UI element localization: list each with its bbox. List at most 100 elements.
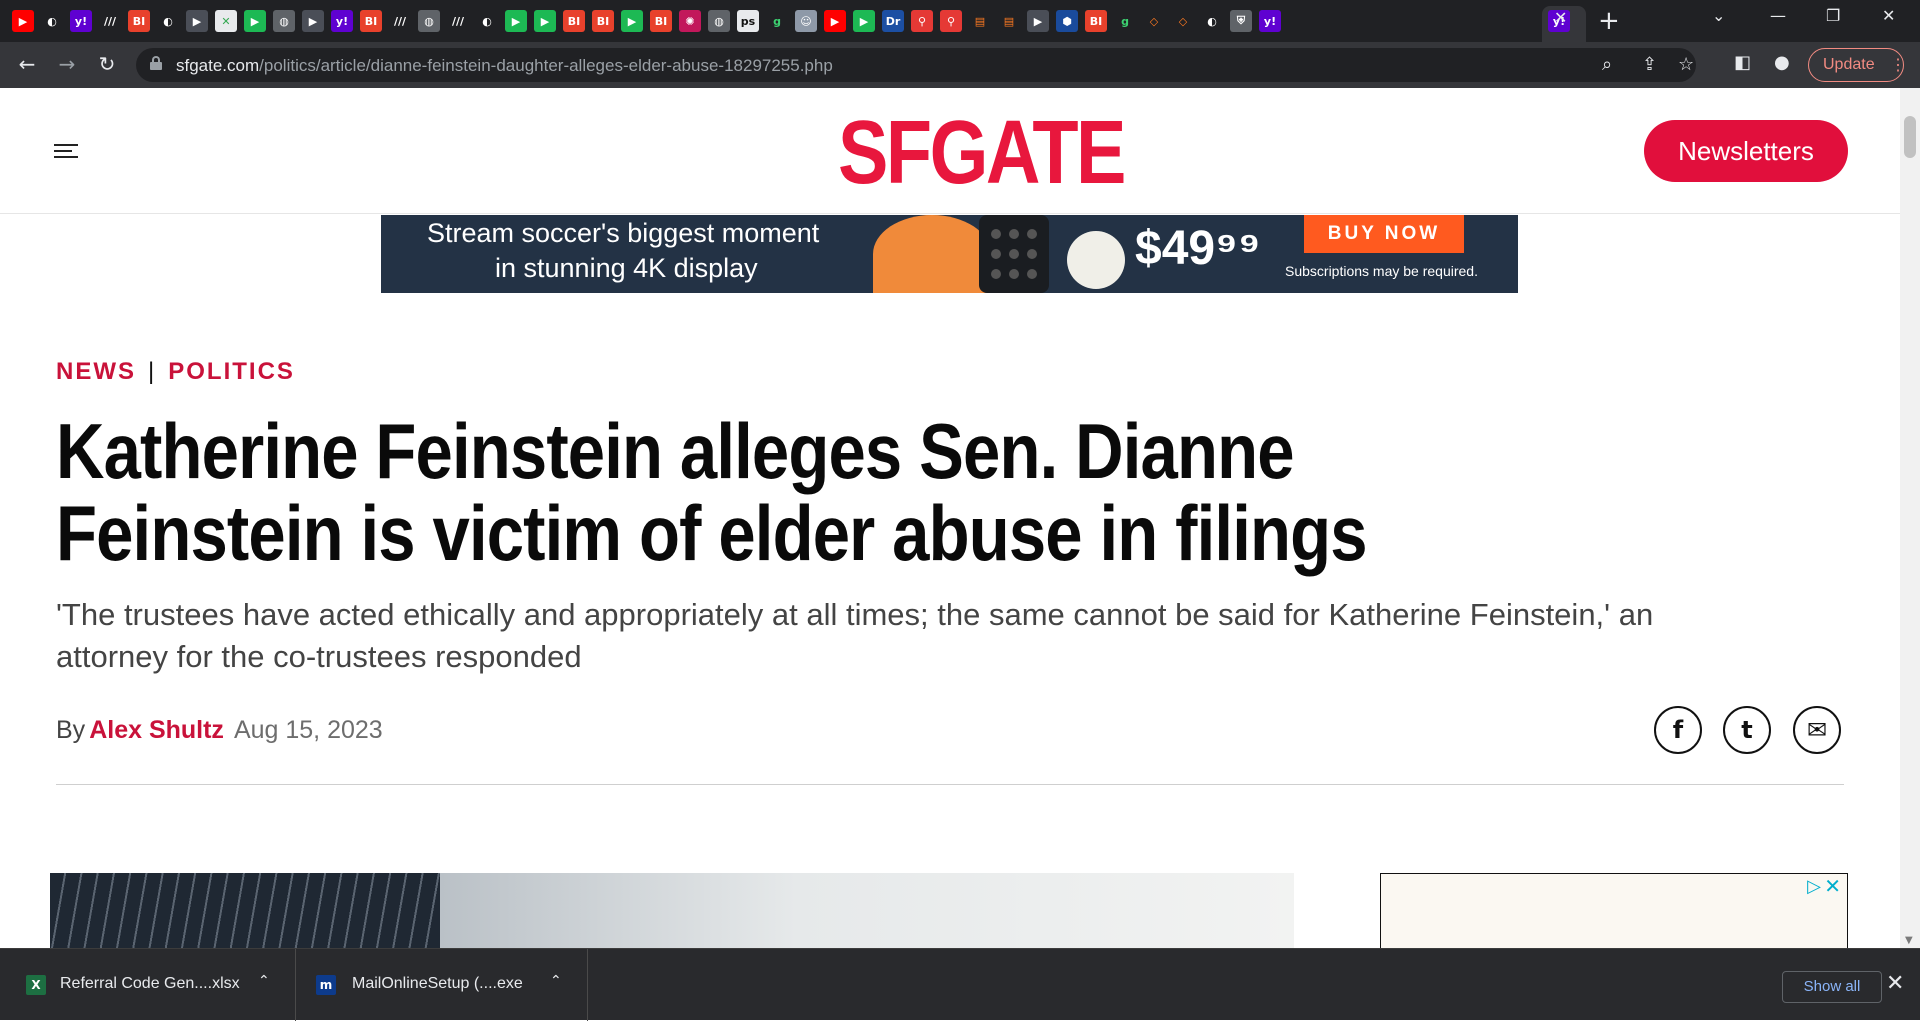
ad-close-icon[interactable]: ✕	[1824, 874, 1841, 898]
tab-favicon-gp-icon[interactable]: ▶	[853, 10, 875, 32]
download-item[interactable]: m MailOnlineSetup (....exe ⌃	[296, 949, 588, 1021]
tab-favicon-gl-icon[interactable]: ◍	[708, 10, 730, 32]
ad-text-line2: in stunning 4K display	[495, 253, 758, 283]
browser-toolbar: ← → ↻ sfgate.com/politics/article/dianne…	[0, 42, 1920, 88]
hero-image[interactable]	[50, 873, 1294, 948]
tab-favicon-gx-icon[interactable]: ✕	[215, 10, 237, 32]
tab-favicon-y-icon[interactable]: y!	[331, 10, 353, 32]
download-item[interactable]: X Referral Code Gen....xlsx ⌃	[0, 949, 296, 1021]
email-share-icon[interactable]: ✉	[1793, 706, 1841, 754]
ad-fine-print: Subscriptions may be required.	[1285, 263, 1478, 279]
reload-button[interactable]: ↻	[94, 52, 120, 76]
tab-favicon-gp-icon[interactable]: ▶	[244, 10, 266, 32]
scrollbar-thumb[interactable]	[1904, 116, 1916, 158]
side-panel-icon[interactable]: ◧	[1734, 52, 1751, 73]
author-link[interactable]: Alex Shultz	[89, 716, 224, 744]
share-icon[interactable]: ⇪	[1642, 54, 1657, 75]
tab-favicon-lh-icon[interactable]: ///	[389, 10, 411, 32]
chevron-up-icon[interactable]: ⌃	[258, 973, 270, 989]
tab-favicon-ab-icon[interactable]: ▤	[998, 10, 1020, 32]
ad-text-line1: Stream soccer's biggest moment	[427, 218, 820, 248]
excel-icon: X	[26, 975, 46, 995]
top-ad-banner[interactable]: Stream soccer's biggest moment in stunni…	[381, 215, 1518, 293]
newsletters-button[interactable]: Newsletters	[1644, 120, 1848, 182]
tab-favicon-gp-icon[interactable]: ▶	[505, 10, 527, 32]
byline-divider	[56, 784, 1844, 785]
tab-favicon-ab-icon[interactable]: ▤	[969, 10, 991, 32]
close-downloads-icon[interactable]: ✕	[1886, 971, 1904, 996]
site-header: SFGATE Newsletters	[0, 88, 1900, 214]
tab-favicon-bi-icon[interactable]: BI	[360, 10, 382, 32]
forward-button[interactable]: →	[54, 52, 80, 76]
restore-button[interactable]: ❐	[1826, 6, 1840, 25]
tab-favicon-cm-icon[interactable]: ☺	[795, 10, 817, 32]
tab-favicon-bi-icon[interactable]: BI	[650, 10, 672, 32]
tab-favicon-dp-icon[interactable]: ▶	[1027, 10, 1049, 32]
tab-favicon-lh-icon[interactable]: ///	[99, 10, 121, 32]
minimize-button[interactable]: —	[1770, 6, 1786, 25]
tab-favicon-br-icon[interactable]: ◇	[1143, 10, 1165, 32]
tab-strip: ▶ ◐ y! /// BI ◐ ▶ ✕ ▶ ◍ ▶ y! BI /// ◍ /// ◐ ▶ ▶ BI BI ▶ BI ✺ ◍ ps…	[0, 0, 1920, 42]
breadcrumb-news-link[interactable]: NEWS	[56, 358, 136, 385]
tab-favicon-g-icon[interactable]: g	[1114, 10, 1136, 32]
tab-favicon-bi-icon[interactable]: BI	[592, 10, 614, 32]
tab-favicon-lh-icon[interactable]: ///	[447, 10, 469, 32]
tab-favicon-hx-icon[interactable]: ⬢	[1056, 10, 1078, 32]
tab-favicon-gd-icon[interactable]: ◐	[1201, 10, 1223, 32]
back-button[interactable]: ←	[14, 52, 40, 76]
tab-favicon-bi-icon[interactable]: BI	[128, 10, 150, 32]
tab-favicon-y-icon[interactable]: y!	[1259, 10, 1281, 32]
article-subhead: 'The trustees have acted ethically and a…	[56, 597, 1654, 674]
ad-remote-image	[979, 215, 1049, 293]
tab-favicon-bi-icon[interactable]: BI	[563, 10, 585, 32]
tab-favicon-dp-icon[interactable]: ▶	[186, 10, 208, 32]
new-tab-button[interactable]: +	[1598, 6, 1620, 36]
tab-favicon-br-icon[interactable]: ◇	[1172, 10, 1194, 32]
tab-favicon-gd-icon[interactable]: ◐	[476, 10, 498, 32]
tab-favicon-dr-icon[interactable]: Dr	[882, 10, 904, 32]
tab-favicon-bi-icon[interactable]: BI	[1085, 10, 1107, 32]
mailonline-icon: m	[316, 975, 336, 995]
profile-icon[interactable]: ●	[1774, 52, 1790, 73]
page-scrollbar[interactable]: ▼	[1900, 88, 1920, 948]
tab-favicon-ap-icon[interactable]: ⚲	[911, 10, 933, 32]
sfgate-logo[interactable]: SFGATE	[838, 108, 1126, 198]
scroll-down-arrow-icon[interactable]: ▼	[1905, 935, 1913, 946]
close-tab-icon[interactable]: ✕	[1554, 8, 1567, 27]
breadcrumb-politics-link[interactable]: POLITICS	[168, 358, 295, 385]
zoom-icon[interactable]: ⌕	[1602, 54, 1612, 75]
facebook-share-icon[interactable]: f	[1654, 706, 1702, 754]
show-all-downloads-button[interactable]: Show all	[1782, 971, 1882, 1003]
ad-ball-image	[1067, 231, 1125, 289]
tab-favicon-gd-icon[interactable]: ◐	[157, 10, 179, 32]
hamburger-menu-icon[interactable]	[54, 144, 78, 160]
twitter-share-icon[interactable]: t	[1723, 706, 1771, 754]
tab-favicon-ap-icon[interactable]: ⚲	[940, 10, 962, 32]
tab-favicon-yt-icon[interactable]: ▶	[824, 10, 846, 32]
close-window-button[interactable]: ✕	[1882, 6, 1895, 25]
download-filename: Referral Code Gen....xlsx	[60, 975, 240, 992]
tab-favicon-ps-icon[interactable]: ps	[737, 10, 759, 32]
tab-favicon-gd-icon[interactable]: ◐	[41, 10, 63, 32]
tab-search-icon[interactable]: ⌄	[1712, 6, 1725, 25]
ad-buy-now-button[interactable]: BUY NOW	[1304, 215, 1464, 253]
chevron-up-icon[interactable]: ⌃	[550, 973, 562, 989]
tab-favicon-yt-icon[interactable]: ▶	[12, 10, 34, 32]
adchoices-icon[interactable]: ▷	[1807, 876, 1821, 897]
tab-favicon-gl-icon[interactable]: ◍	[273, 10, 295, 32]
side-ad[interactable]: ▷ ✕	[1380, 873, 1848, 948]
address-bar[interactable]: sfgate.com/politics/article/dianne-feins…	[136, 48, 1696, 82]
lock-icon[interactable]	[150, 56, 162, 70]
tab-favicon-dp-icon[interactable]: ▶	[302, 10, 324, 32]
tab-favicon-y-icon[interactable]: y!	[70, 10, 92, 32]
breadcrumb-separator: |	[148, 358, 157, 385]
tab-favicon-gp-icon[interactable]: ▶	[621, 10, 643, 32]
tab-favicon-g-icon[interactable]: g	[766, 10, 788, 32]
tab-favicon-gl-icon[interactable]: ◍	[418, 10, 440, 32]
tab-favicon-gp-icon[interactable]: ▶	[534, 10, 556, 32]
tab-favicon-ch-icon[interactable]: ⛨	[1230, 10, 1252, 32]
menu-dots-icon[interactable]: ⋮	[1890, 55, 1906, 75]
url-text[interactable]: sfgate.com/politics/article/dianne-feins…	[176, 56, 833, 76]
tab-favicon-rd-icon[interactable]: ✺	[679, 10, 701, 32]
bookmark-star-icon[interactable]: ☆	[1678, 54, 1694, 75]
